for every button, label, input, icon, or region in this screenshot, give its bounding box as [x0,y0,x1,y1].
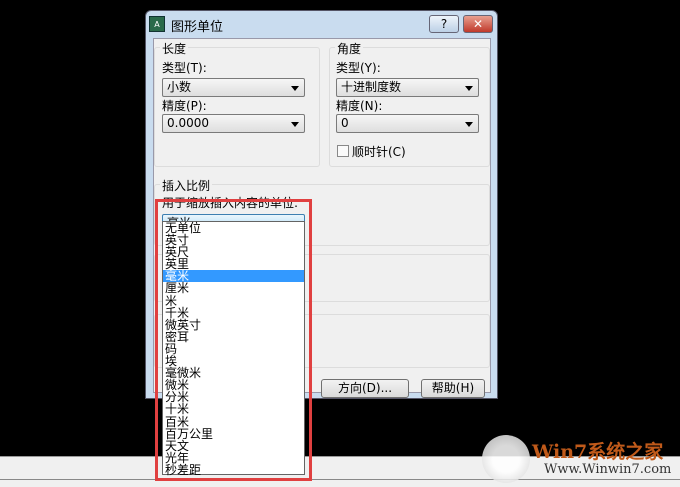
direction-button[interactable]: 方向(D)... [321,379,409,398]
help-button[interactable]: 帮助(H) [421,379,485,398]
red-highlight-box [155,199,312,481]
clockwise-label: 顺时针(C) [352,145,406,159]
length-precision-select[interactable]: 0.0000 [162,114,305,133]
windows-logo-icon [482,435,530,483]
autocad-app-icon: A [149,16,165,32]
title-bar: A 图形单位 ? ✕ [146,11,497,37]
angle-type-select[interactable]: 十进制度数 [336,78,479,97]
watermark-url: Www.Winwin7.com [544,462,672,477]
dialog-title: 图形单位 [171,20,224,35]
chevron-down-icon [465,86,473,91]
length-group-label: 长度 [160,40,189,57]
watermark: Win7系统之家 Www.Winwin7.com [482,435,680,485]
length-type-label: 类型(T): [162,61,207,75]
length-precision-label: 精度(P): [162,99,207,113]
angle-precision-label: 精度(N): [336,99,383,113]
angle-precision-select[interactable]: 0 [336,114,479,133]
angle-group-label: 角度 [335,40,364,57]
insert-scale-group-label: 插入比例 [160,177,213,194]
chevron-down-icon [465,122,473,127]
watermark-brand: Win7系统之家 [532,441,664,463]
angle-type-label: 类型(Y): [336,61,381,75]
length-type-value: 小数 [167,80,192,94]
close-button[interactable]: ✕ [463,15,493,33]
angle-type-value: 十进制度数 [341,80,402,94]
chevron-down-icon [291,122,299,127]
angle-precision-value: 0 [341,116,349,130]
chevron-down-icon [291,86,299,91]
help-title-button[interactable]: ? [429,15,459,33]
length-type-select[interactable]: 小数 [162,78,305,97]
clockwise-checkbox[interactable] [337,145,349,157]
length-precision-value: 0.0000 [167,116,209,130]
